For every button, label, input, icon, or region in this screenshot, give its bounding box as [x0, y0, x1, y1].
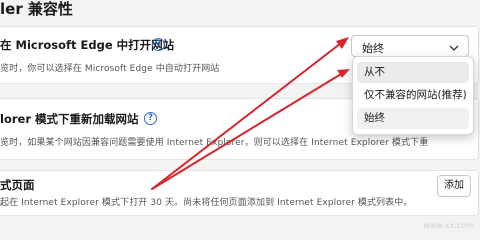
watermark: www.xx.com: [423, 221, 474, 230]
annotation-arrowhead: [336, 37, 349, 49]
annotation-arrowhead: [337, 69, 350, 78]
annotation-arrow-to-option: [151, 70, 347, 190]
annotation-arrow-to-select: [151, 39, 346, 190]
annotation-arrows: [151, 37, 350, 190]
